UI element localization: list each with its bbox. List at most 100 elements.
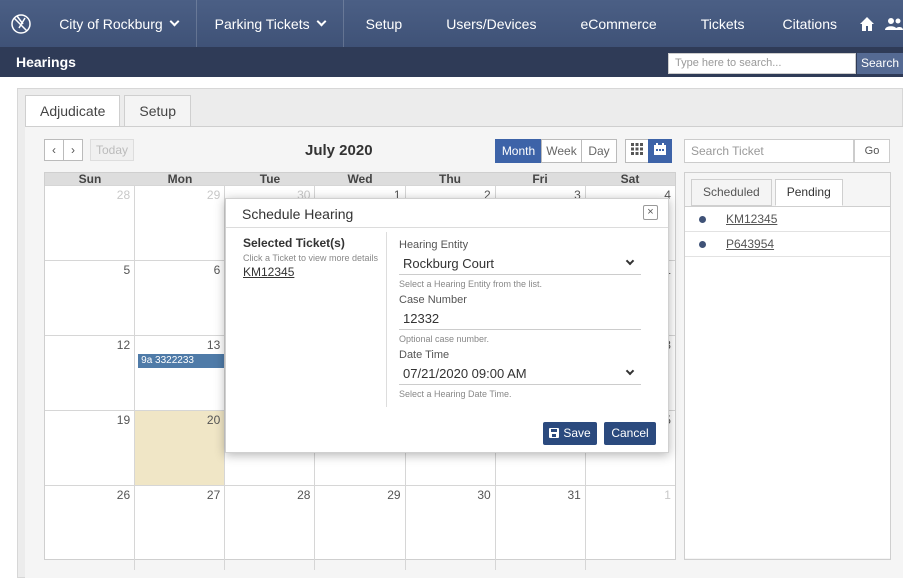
global-search-input[interactable]: Type here to search... <box>668 53 856 74</box>
calendar-day[interactable]: 1 <box>586 486 675 570</box>
calendar-day[interactable]: 12 <box>45 336 136 410</box>
view-month-button[interactable]: Month <box>495 139 542 163</box>
calendar-title: July 2020 <box>305 142 373 159</box>
users-icon[interactable] <box>885 16 903 32</box>
date-time-hint: Select a Hearing Date Time. <box>399 389 512 399</box>
save-icon <box>549 428 560 438</box>
day-number: 29 <box>206 188 221 202</box>
nav-icons <box>859 16 903 32</box>
list-item[interactable]: P643954 <box>685 232 890 257</box>
calendar-day[interactable]: 28 <box>225 486 316 570</box>
list-item[interactable]: KM12345 <box>685 207 890 232</box>
hearing-form: Hearing Entity Rockburg Court Select a H… <box>399 239 641 399</box>
case-number-label: Case Number <box>399 294 467 306</box>
calendar-event[interactable]: 9a 3322233 <box>138 354 225 368</box>
calendar-view-icon[interactable] <box>648 139 672 163</box>
date-time-value: 07/21/2020 09:00 AM <box>403 366 527 381</box>
day-number: 20 <box>206 413 221 427</box>
weekday-label: Tue <box>259 172 281 186</box>
cancel-button[interactable]: Cancel <box>604 422 656 445</box>
next-month-button[interactable]: › <box>63 139 83 161</box>
calendar-week: 26 27 28 29 30 31 1 <box>45 485 675 570</box>
today-button[interactable]: Today <box>90 139 134 161</box>
tab-adjudicate[interactable]: Adjudicate <box>25 95 121 127</box>
calendar-day[interactable]: 13 9a 3322233 <box>135 336 226 410</box>
chevron-down-icon <box>169 16 180 27</box>
ticket-link[interactable]: P643954 <box>726 237 774 251</box>
tab-scheduled[interactable]: Scheduled <box>691 179 772 206</box>
view-day-button[interactable]: Day <box>581 139 617 163</box>
org-dropdown[interactable]: City of Rockburg <box>41 0 197 47</box>
nav-parking-tickets[interactable]: Parking Tickets <box>197 0 344 47</box>
calendar-day[interactable]: 27 <box>135 486 226 570</box>
main-tabs: Adjudicate Setup <box>25 95 191 127</box>
nav-users-devices[interactable]: Users/Devices <box>424 0 558 47</box>
day-number: 6 <box>213 263 221 277</box>
divider <box>386 232 387 407</box>
save-label: Save <box>563 426 591 440</box>
pending-ticket-list: KM12345 P643954 <box>685 206 890 558</box>
ticket-search-input[interactable]: Search Ticket <box>684 139 854 163</box>
calendar-day[interactable]: 19 <box>45 411 136 485</box>
selected-tickets-label: Selected Ticket(s) <box>243 236 345 250</box>
day-number: 12 <box>116 338 131 352</box>
tab-setup[interactable]: Setup <box>124 95 191 127</box>
global-search-button[interactable]: Search <box>857 53 903 74</box>
calendar-day[interactable]: 29 <box>135 186 226 260</box>
side-tabs: Scheduled Pending <box>691 179 843 206</box>
day-number: 19 <box>116 413 131 427</box>
save-button[interactable]: Save <box>543 422 597 445</box>
ticket-search-go-button[interactable]: Go <box>854 139 890 163</box>
nav-ecommerce[interactable]: eCommerce <box>558 0 678 47</box>
dialog-header: Schedule Hearing × <box>226 199 668 228</box>
chevron-down-icon <box>625 366 635 376</box>
day-number: 1 <box>664 488 671 502</box>
nav-setup[interactable]: Setup <box>344 0 425 47</box>
day-number: 27 <box>206 488 221 502</box>
prev-month-button[interactable]: ‹ <box>44 139 64 161</box>
ticket-link[interactable]: KM12345 <box>726 212 777 226</box>
weekday-label: Thu <box>439 172 461 186</box>
weekday-label: Fri <box>532 172 548 186</box>
selected-tickets-section: Selected Ticket(s) Click a Ticket to vie… <box>243 236 383 279</box>
selected-ticket-link[interactable]: KM12345 <box>243 265 383 279</box>
hearing-entity-value: Rockburg Court <box>403 256 495 271</box>
calendar-day[interactable]: 26 <box>45 486 136 570</box>
schedule-hearing-dialog: Schedule Hearing × Selected Ticket(s) Cl… <box>225 198 669 453</box>
weekday-label: Sun <box>78 172 102 186</box>
calendar-day[interactable]: 6 <box>135 261 226 335</box>
weekday-label: Sat <box>620 172 640 186</box>
day-number: 28 <box>116 188 131 202</box>
calendar-day[interactable]: 31 <box>496 486 586 570</box>
hearing-entity-select[interactable]: Rockburg Court <box>399 251 641 275</box>
case-number-input[interactable]: 12332 <box>399 306 641 330</box>
view-week-button[interactable]: Week <box>541 139 582 163</box>
tab-pending[interactable]: Pending <box>774 179 843 206</box>
calendar-day[interactable]: 30 <box>406 486 496 570</box>
calendar-day[interactable]: 5 <box>45 261 136 335</box>
day-number: 31 <box>567 488 581 502</box>
calendar-day[interactable]: 28 <box>45 186 136 260</box>
date-time-label: Date Time <box>399 349 450 361</box>
org-label: City of Rockburg <box>59 15 163 32</box>
chevron-down-icon <box>316 16 327 27</box>
home-icon[interactable] <box>859 16 875 32</box>
nav-tickets[interactable]: Tickets <box>679 0 767 47</box>
dialog-title: Schedule Hearing <box>242 206 354 222</box>
day-number: 29 <box>387 488 401 502</box>
case-number-hint: Optional case number. <box>399 334 490 344</box>
date-time-select[interactable]: 07/21/2020 09:00 AM <box>399 361 641 385</box>
hearing-entity-hint: Select a Hearing Entity from the list. <box>399 279 543 289</box>
calendar-day-today[interactable]: 20 <box>135 411 226 485</box>
chevron-down-icon <box>625 256 635 266</box>
day-number: 13 <box>206 338 221 352</box>
page-header: Hearings Type here to search... Search <box>0 47 903 77</box>
page-title: Hearings <box>16 54 76 70</box>
close-icon[interactable]: × <box>643 205 658 220</box>
calendar-day[interactable]: 29 <box>315 486 406 570</box>
app-logo-icon[interactable] <box>0 0 41 47</box>
hearing-entity-label: Hearing Entity <box>399 239 469 251</box>
grid-view-icon[interactable] <box>625 139 649 163</box>
nav-citations[interactable]: Citations <box>767 0 853 47</box>
nav-label: Parking Tickets <box>214 15 310 32</box>
